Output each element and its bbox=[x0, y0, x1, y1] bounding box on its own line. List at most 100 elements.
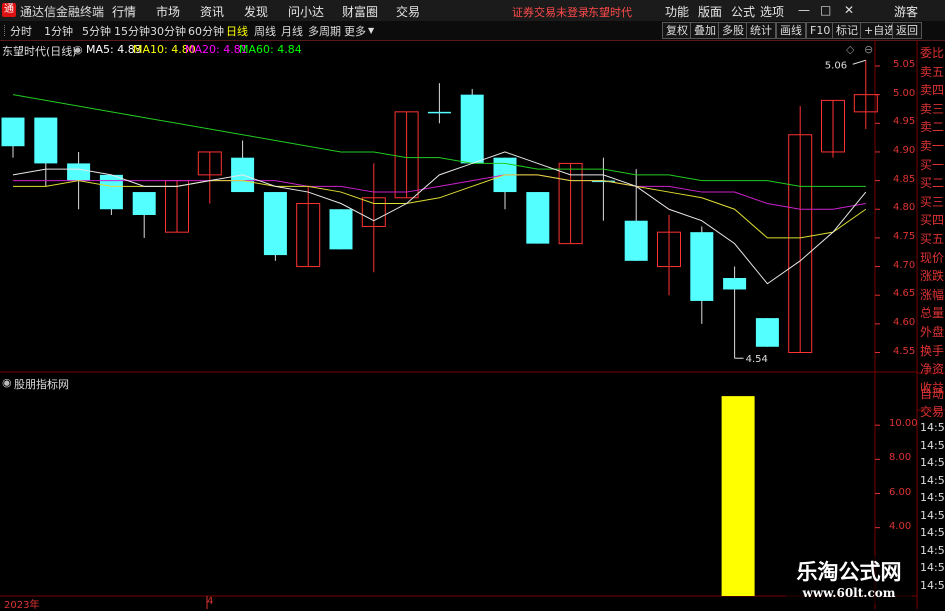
back-button[interactable]: 返回 bbox=[892, 22, 922, 39]
price-axis-label: 4.85 bbox=[893, 173, 916, 185]
tick-time: 14:56 bbox=[920, 473, 945, 487]
indicator-toggle-icon[interactable]: ◉ bbox=[2, 376, 12, 389]
guest-label[interactable]: 游客 bbox=[894, 3, 918, 20]
tab-1min[interactable]: 1分钟 bbox=[42, 23, 75, 39]
quote-field-label: 买四 bbox=[920, 213, 945, 228]
quote-field-label: 买一 bbox=[920, 157, 945, 172]
menu-xuanxiang[interactable]: 选项 bbox=[760, 3, 784, 20]
ma5-line bbox=[12, 151, 867, 285]
indicator-bar bbox=[721, 396, 755, 596]
candle-body-down bbox=[427, 111, 451, 114]
maximize-icon[interactable]: □ bbox=[820, 3, 831, 17]
quote-field-label: 卖四 bbox=[920, 83, 945, 98]
quote-field-label: 涨幅 bbox=[920, 287, 945, 302]
watermark-title: 乐淘公式网 bbox=[796, 559, 902, 584]
tab-weekly[interactable]: 周线 bbox=[252, 23, 278, 39]
tab-60min[interactable]: 60分钟 bbox=[186, 23, 226, 39]
tab-15min[interactable]: 15分钟 bbox=[112, 23, 152, 39]
price-axis-label: 4.70 bbox=[893, 259, 916, 271]
tongji-button[interactable]: 统计 bbox=[746, 22, 776, 39]
candle-body-down bbox=[132, 192, 156, 215]
fuquan-button[interactable]: 复权 bbox=[662, 22, 692, 39]
quote-field-label: 现价 bbox=[920, 250, 945, 265]
price-axis-label: 4.60 bbox=[893, 316, 916, 328]
quote-field-label: 卖一 bbox=[920, 139, 945, 153]
quote-field-label: 买五 bbox=[920, 232, 945, 246]
quote-field-label: 换手 bbox=[920, 343, 945, 358]
tab-30min[interactable]: 30分钟 bbox=[148, 23, 188, 39]
tab-daily[interactable]: 日线 bbox=[224, 23, 250, 39]
trade-label[interactable]: 交易 bbox=[920, 403, 944, 420]
tick-time: 14:56 bbox=[920, 456, 945, 469]
quote-field-label: 外盘 bbox=[920, 325, 945, 339]
indicator-axis-label: 6.00 bbox=[889, 486, 912, 498]
auto-label[interactable]: 自动 bbox=[920, 385, 944, 402]
menu-shichang[interactable]: 市场 bbox=[156, 3, 180, 20]
high-mark-label: 5.06 bbox=[825, 60, 847, 71]
watermark: 乐淘公式网 www.60lt.com bbox=[786, 556, 912, 604]
menu-hangqing[interactable]: 行情 bbox=[112, 3, 136, 20]
candle-body-down bbox=[755, 318, 779, 347]
candle-body-down bbox=[263, 192, 287, 256]
menu-faxian[interactable]: 发现 bbox=[244, 3, 268, 20]
app-logo-icon: 通 bbox=[2, 3, 16, 17]
price-axis-label: 4.55 bbox=[893, 345, 916, 357]
indicator-title: 股朋指标网 bbox=[14, 378, 69, 391]
candle-body-down bbox=[723, 278, 747, 290]
quote-field-label: 买三 bbox=[920, 194, 945, 209]
candle-body-down bbox=[1, 117, 25, 147]
indicator-axis-label: 8.00 bbox=[889, 452, 912, 464]
menu-caifuquan[interactable]: 财富圈 bbox=[342, 3, 378, 20]
tab-fenshi[interactable]: 分时 bbox=[8, 23, 34, 39]
toolbar-grip-icon bbox=[4, 25, 6, 36]
app-title: 通达信金融终端 bbox=[20, 5, 105, 19]
tab-5min[interactable]: 5分钟 bbox=[80, 23, 113, 39]
minimize-icon[interactable]: — bbox=[798, 3, 810, 17]
stock-name-notice: 东望时代 bbox=[588, 6, 632, 19]
indicator-axis-label: 10.00 bbox=[889, 418, 918, 430]
menu-zixun[interactable]: 资讯 bbox=[200, 3, 224, 20]
close-icon[interactable]: ✕ bbox=[844, 3, 854, 17]
price-axis-label: 4.90 bbox=[893, 144, 916, 156]
menu-banmian[interactable]: 版面 bbox=[698, 3, 722, 20]
candle-body-down bbox=[690, 232, 714, 301]
tick-time: 14:56 bbox=[920, 421, 945, 434]
duogu-button[interactable]: 多股 bbox=[718, 22, 748, 39]
tick-time: 14:56 bbox=[920, 561, 945, 574]
menu-gongshi[interactable]: 公式 bbox=[731, 3, 755, 20]
quote-field-label: 卖五 bbox=[920, 64, 945, 79]
f10-button[interactable]: F10 bbox=[806, 22, 835, 39]
price-axis-label: 4.80 bbox=[893, 202, 916, 214]
price-axis-label: 4.95 bbox=[893, 116, 916, 128]
quote-field-label: 买二 bbox=[920, 176, 945, 191]
watermark-url: www.60lt.com bbox=[802, 586, 896, 600]
candle-body-down bbox=[34, 117, 58, 164]
tick-time: 14:56 bbox=[920, 578, 945, 592]
candle-body-down bbox=[460, 94, 484, 164]
tab-monthly[interactable]: 月线 bbox=[279, 23, 305, 39]
biaoji-button[interactable]: 标记 bbox=[832, 22, 862, 39]
huaxian-button[interactable]: 画线 bbox=[776, 22, 806, 39]
high-mark-line bbox=[852, 59, 866, 65]
price-axis-label: 4.65 bbox=[893, 288, 916, 300]
quote-field-label: 卖二 bbox=[920, 120, 945, 135]
more-dropdown-icon[interactable]: ▼ bbox=[366, 26, 376, 35]
quote-field-label: 总量 bbox=[920, 306, 945, 321]
menu-bar: 通 通达信金融终端 行情 市场 资讯 发现 问小达 财富圈 交易 证券交易未登录… bbox=[0, 0, 945, 22]
tick-time: 14:56 bbox=[920, 543, 945, 557]
quote-field-label: 净资 bbox=[920, 362, 945, 377]
tick-time: 14:56 bbox=[920, 491, 945, 504]
price-axis-label: 5.00 bbox=[893, 87, 916, 99]
menu-jiaoyi[interactable]: 交易 bbox=[396, 3, 420, 20]
kline-chart[interactable]: 5.06 4.54 bbox=[0, 40, 945, 609]
tab-more[interactable]: 更多 bbox=[342, 23, 368, 39]
diejia-button[interactable]: 叠加 bbox=[690, 22, 720, 39]
menu-gongneng[interactable]: 功能 bbox=[665, 3, 689, 20]
quote-field-label: 涨跌 bbox=[920, 269, 945, 284]
tick-time: 14:56 bbox=[920, 438, 945, 452]
login-notice[interactable]: 证券交易未登录 bbox=[512, 4, 589, 20]
price-axis-label: 5.05 bbox=[893, 59, 916, 70]
tab-multi-period[interactable]: 多周期 bbox=[306, 23, 343, 39]
menu-wenxiaoda[interactable]: 问小达 bbox=[288, 3, 324, 20]
quote-field-label: 委比 bbox=[920, 46, 945, 60]
